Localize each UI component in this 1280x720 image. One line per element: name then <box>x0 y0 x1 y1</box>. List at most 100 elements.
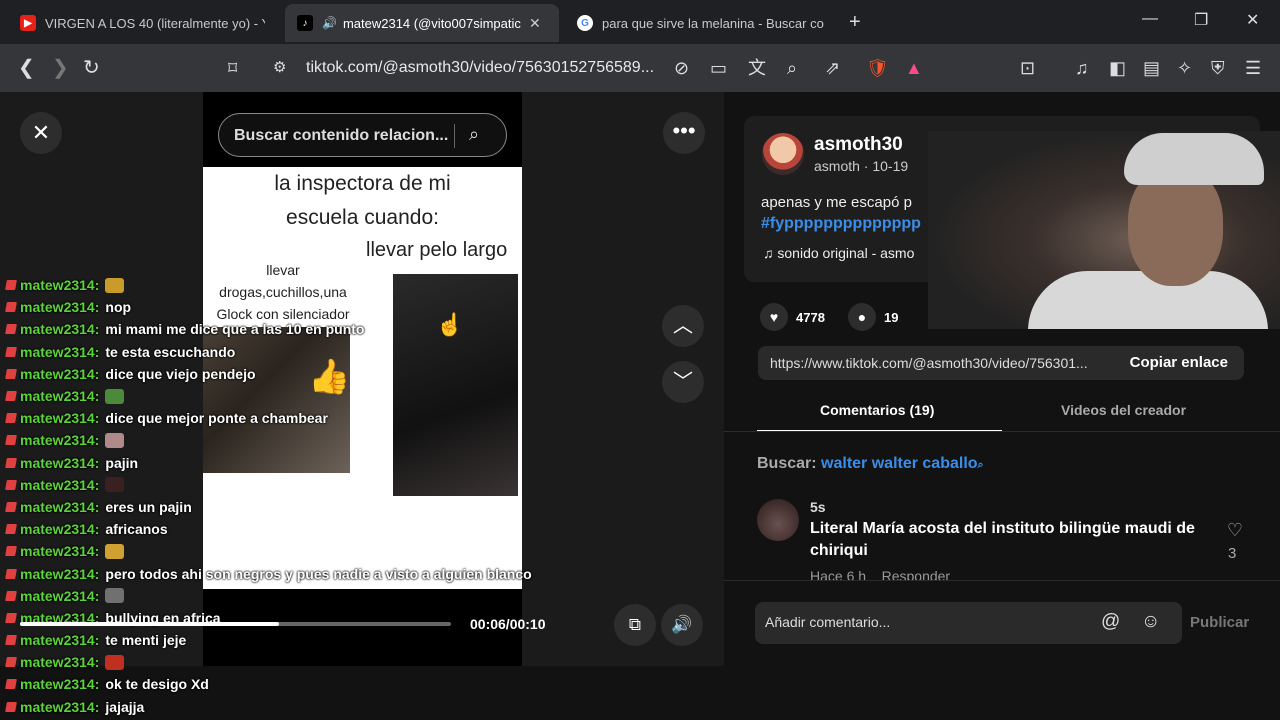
reply-button[interactable]: Responder <box>882 568 951 580</box>
search-query-link[interactable]: walter walter caballo <box>821 455 978 472</box>
webcam-shirt <box>1028 271 1268 329</box>
related-search-input[interactable]: Buscar contenido relacion... ⌕ <box>218 113 507 157</box>
vpn-icon[interactable]: ⛨ <box>1211 57 1225 79</box>
chat-emote-icon <box>105 388 125 404</box>
chat-username: matew2314: <box>20 432 100 449</box>
bookmark-icon[interactable]: ⌑ <box>228 57 237 79</box>
chat-line: matew2314: dice que viejo pendejo <box>5 363 606 385</box>
timecode: 00:06/00:10 <box>470 616 546 632</box>
tab-title: para que sirve la melanina - Buscar con … <box>602 15 824 31</box>
pencil-badge-icon <box>5 479 17 490</box>
chat-message: africanos <box>105 521 168 538</box>
chat-emote-icon <box>105 477 125 493</box>
close-tab-icon[interactable]: ✕ <box>529 15 541 32</box>
floating-player-button[interactable]: ⧉ <box>614 604 656 646</box>
chat-message: mi mami me dice que a las 10 en punto <box>105 321 365 338</box>
chat-username: matew2314: <box>20 388 100 405</box>
chat-username: matew2314: <box>20 365 100 382</box>
pencil-badge-icon <box>5 657 17 668</box>
pencil-badge-icon <box>5 590 17 601</box>
share-link-text[interactable]: https://www.tiktok.com/@asmoth30/video/7… <box>770 355 1115 371</box>
sound-link[interactable]: ♫ sonido original - asmo <box>763 245 914 261</box>
comment-text: Literal María acosta del instituto bilin… <box>810 520 1195 559</box>
chat-emote-icon <box>105 432 125 448</box>
volume-button[interactable]: 🔊 <box>661 604 703 646</box>
commenter-avatar[interactable] <box>757 499 799 541</box>
comment-input[interactable]: Añadir comentario... @ ☺ <box>755 602 1182 644</box>
back-icon[interactable]: ❮ <box>18 57 35 79</box>
chat-line: matew2314: <box>5 429 606 451</box>
emoji-icon[interactable]: ☺ <box>1141 611 1160 633</box>
chat-line: matew2314: pajin <box>5 452 606 474</box>
zoom-icon[interactable]: ⌕ <box>787 57 797 79</box>
pencil-badge-icon <box>5 457 17 468</box>
tab-comments[interactable]: Comentarios (19) <box>820 402 934 418</box>
minimize-icon[interactable]: — <box>1142 10 1158 28</box>
more-options-button[interactable]: ••• <box>663 112 705 154</box>
like-count: 4778 <box>796 309 825 325</box>
comment-count: 19 <box>884 309 899 325</box>
copy-link-button[interactable]: Copiar enlace <box>1130 354 1228 371</box>
search-icon[interactable]: ⌕ <box>469 124 479 145</box>
comment-search-suggestion[interactable]: Buscar: walter walter caballo⌕ <box>757 455 984 473</box>
media-icon[interactable]: ♫ <box>1075 57 1089 79</box>
reader-icon[interactable]: ⊡ <box>1020 57 1035 79</box>
comment-heart-icon[interactable]: ♡ <box>1224 520 1246 541</box>
translate-icon[interactable]: 文 <box>748 57 766 79</box>
chat-emote-icon <box>105 543 125 559</box>
chat-username: matew2314: <box>20 454 100 471</box>
brave-shield-icon[interactable]: 🛡 <box>866 57 889 79</box>
pencil-badge-icon <box>5 324 17 335</box>
close-window-icon[interactable]: ✕ <box>1246 10 1259 30</box>
cast-icon[interactable]: ▭ <box>710 57 727 79</box>
brave-rewards-icon[interactable]: ▲ <box>905 57 923 79</box>
chat-emote-icon <box>105 588 125 604</box>
wallet-icon[interactable]: ▤ <box>1143 57 1160 79</box>
pencil-badge-icon <box>5 280 17 291</box>
like-stat[interactable]: ♥ 4778 <box>760 303 825 331</box>
progress-bar[interactable] <box>20 622 451 626</box>
publish-button[interactable]: Publicar <box>1190 614 1249 631</box>
tab-creator-videos[interactable]: Videos del creador <box>1061 402 1186 418</box>
next-video-button[interactable]: ﹀ <box>662 361 704 403</box>
share-icon[interactable]: ⇗ <box>825 57 840 79</box>
close-video-button[interactable]: ✕ <box>20 112 62 154</box>
chat-line: matew2314: <box>5 651 606 673</box>
sidebar-icon[interactable]: ◧ <box>1109 57 1126 79</box>
sound-label: sonido original - asmo <box>777 245 915 261</box>
chat-username: matew2314: <box>20 676 100 693</box>
chat-message: te menti jeje <box>105 632 187 649</box>
video-description: apenas y me escapó p <box>761 194 912 211</box>
chat-message: pero todos ahi son negros y pues nadie a… <box>105 565 532 582</box>
new-tab-button[interactable]: + <box>849 11 861 34</box>
tab-tiktok[interactable]: ♪ 🔊 matew2314 (@vito007simpatico) | TikT… <box>285 4 559 42</box>
comment-stat[interactable]: ● 19 <box>848 303 898 331</box>
chat-username: matew2314: <box>20 565 100 582</box>
share-link-box: https://www.tiktok.com/@asmoth30/video/7… <box>758 346 1244 380</box>
forward-icon[interactable]: ❯ <box>52 57 69 79</box>
commenter-name[interactable]: 5s <box>810 499 826 515</box>
tab-google[interactable]: G para que sirve la melanina - Buscar co… <box>565 4 839 42</box>
tab-youtube[interactable]: ▶ VIRGEN A LOS 40 (literalmente yo) - Yo… <box>8 4 278 42</box>
hashtag-link[interactable]: #fypppppppppppppp <box>761 215 921 233</box>
translate-off-icon[interactable]: ⊘ <box>674 57 689 79</box>
restore-icon[interactable]: ❐ <box>1194 10 1208 30</box>
meme-caption-line: la inspectora de mi <box>274 172 451 195</box>
comment-icon: ● <box>848 303 876 331</box>
meme-caption: la inspectora de mi escuela cuando: <box>203 167 522 235</box>
speaker-icon: 🔊 <box>322 16 337 30</box>
mention-icon[interactable]: @ <box>1101 611 1120 633</box>
chat-message: nop <box>105 299 132 316</box>
webcam-overlay <box>928 131 1280 329</box>
chat-line: matew2314: dice que mejor ponte a chambea… <box>5 407 606 429</box>
reload-icon[interactable]: ↻ <box>83 57 100 79</box>
site-settings-icon[interactable]: ⚙ <box>273 57 286 79</box>
chat-username: matew2314: <box>20 410 100 427</box>
previous-video-button[interactable]: ︿ <box>662 305 704 347</box>
chat-line: matew2314: pero todos ahi son negros y pu… <box>5 562 606 584</box>
leo-icon[interactable]: ✧ <box>1177 57 1192 79</box>
pencil-badge-icon <box>5 302 17 313</box>
author-avatar[interactable] <box>762 133 804 175</box>
author-username[interactable]: asmoth30 <box>814 134 903 156</box>
menu-icon[interactable]: ☰ <box>1245 57 1261 79</box>
